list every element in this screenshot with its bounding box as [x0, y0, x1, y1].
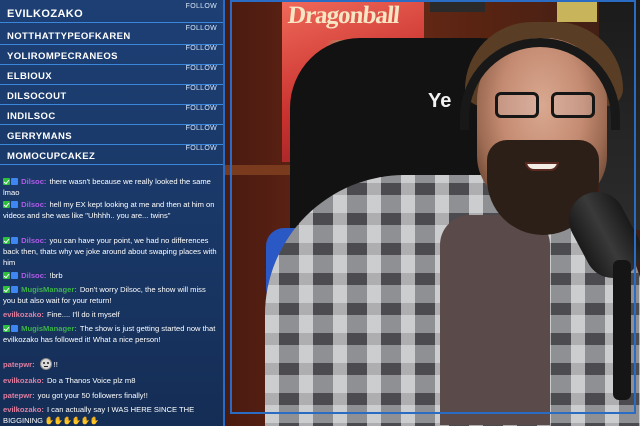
- chat-message: evilkozako: I can actually say I WAS HERE…: [3, 404, 217, 426]
- follower-row: YOLIROMPECRANEOS FOLLOW: [0, 44, 223, 65]
- follower-name: INDILSOC: [7, 111, 56, 122]
- broadcaster-badge-icon: [11, 178, 18, 185]
- chat-username[interactable]: patepwr:: [3, 391, 35, 400]
- emote-icon: [39, 358, 52, 370]
- follower-row: MOMOCUPCAKEZ FOLLOW: [0, 144, 223, 165]
- chat-username[interactable]: evilkozako:: [3, 310, 44, 319]
- chat-message: patepwr: you got your 50 followers finall…: [3, 390, 217, 401]
- chat-text: Do a Thanos Voice plz m8: [46, 376, 136, 385]
- chat-username[interactable]: Dilsoc:: [21, 271, 46, 280]
- follower-row: EVILKOZAKO FOLLOW: [0, 2, 223, 23]
- follower-row: DILSOCOUT FOLLOW: [0, 84, 223, 105]
- chat-text: Fine.... I'll do it myself: [46, 310, 120, 319]
- follow-button[interactable]: FOLLOW: [186, 105, 217, 112]
- verified-badge-icon: [3, 272, 10, 279]
- verified-badge-icon: [3, 201, 10, 208]
- chat-username[interactable]: MugisManager:: [21, 324, 77, 333]
- chat-message: evilkozako: Fine.... I'll do it myself: [3, 309, 217, 320]
- follow-button[interactable]: FOLLOW: [186, 125, 217, 132]
- chat-username[interactable]: Dilsoc:: [21, 236, 46, 245]
- follow-button[interactable]: FOLLOW: [186, 3, 217, 10]
- follower-name: MOMOCUPCAKEZ: [7, 151, 96, 162]
- follower-name: YOLIROMPECRANEOS: [7, 51, 118, 62]
- chat-message: MugisManager: Don't worry Dilsoc, the sho…: [3, 284, 217, 306]
- chat-username[interactable]: Dilsoc:: [21, 200, 46, 209]
- chat-message: MugisManager: The show is just getting st…: [3, 323, 217, 345]
- chat-text: !brb: [49, 271, 63, 280]
- moderator-badge-icon: [11, 286, 18, 293]
- follow-button[interactable]: FOLLOW: [186, 145, 217, 152]
- glasses-lens-left: [495, 92, 539, 118]
- clap-emoji-icon: ✋✋✋✋✋✋: [43, 416, 99, 425]
- mic-arm: [613, 260, 631, 400]
- chat-message: Dilsoc: you can have your point, we had n…: [3, 235, 217, 268]
- verified-badge-icon: [3, 286, 10, 293]
- chat-username[interactable]: evilkozako:: [3, 376, 44, 385]
- follower-name: DILSOCOUT: [7, 91, 67, 102]
- chat-username[interactable]: patepwr:: [3, 360, 35, 369]
- follower-name: NOTTHATTYPEOFKAREN: [7, 31, 131, 42]
- follower-row: ELBIOUX FOLLOW: [0, 64, 223, 85]
- follower-row: INDILSOC FOLLOW: [0, 104, 223, 125]
- broadcaster-badge-icon: [11, 201, 18, 208]
- glasses-lens-right: [551, 92, 595, 118]
- chair-logo-text: Ye: [428, 90, 452, 112]
- follower-name: ELBIOUX: [7, 71, 53, 82]
- shelf-box: [557, 0, 597, 22]
- follow-button[interactable]: FOLLOW: [186, 65, 217, 72]
- follow-button[interactable]: FOLLOW: [186, 85, 217, 92]
- smile: [525, 162, 559, 171]
- chat-text: you got your 50 followers finally!!: [37, 391, 148, 400]
- comic-title: Dragonball: [286, 2, 401, 29]
- follower-name: GERRYMANS: [7, 131, 73, 142]
- broadcaster-badge-icon: [11, 272, 18, 279]
- glasses-icon: [495, 92, 605, 122]
- chat-username[interactable]: Dilsoc:: [21, 177, 46, 186]
- chat-text: !!: [53, 360, 58, 369]
- follower-name: EVILKOZAKO: [7, 8, 84, 20]
- webcam-feed: Dragonball Ye: [225, 0, 640, 426]
- chat-username[interactable]: MugisManager:: [21, 285, 77, 294]
- follow-button[interactable]: FOLLOW: [186, 45, 217, 52]
- verified-badge-icon: [3, 237, 10, 244]
- chat-message: patepwr:!!: [3, 358, 217, 370]
- follow-button[interactable]: FOLLOW: [186, 25, 217, 32]
- chat-message: Dilsoc: there wasn't because we really lo…: [3, 176, 217, 198]
- broadcaster-badge-icon: [11, 237, 18, 244]
- chat-message: Dilsoc: !brb: [3, 270, 217, 281]
- chat-message: Dilsoc: hell my EX kept looking at me and…: [3, 199, 217, 221]
- follower-row: GERRYMANS FOLLOW: [0, 124, 223, 145]
- verified-badge-icon: [3, 178, 10, 185]
- chat-username[interactable]: evilkozako:: [3, 405, 44, 414]
- verified-badge-icon: [3, 325, 10, 332]
- follower-row: NOTTHATTYPEOFKAREN FOLLOW: [0, 24, 223, 45]
- tshirt: [440, 215, 550, 425]
- chat-message: evilkozako: Do a Thanos Voice plz m8: [3, 375, 217, 386]
- shelf-box: [430, 0, 485, 12]
- moderator-badge-icon: [11, 325, 18, 332]
- chat-overlay: EVILKOZAKO FOLLOW NOTTHATTYPEOFKAREN FOL…: [0, 0, 225, 426]
